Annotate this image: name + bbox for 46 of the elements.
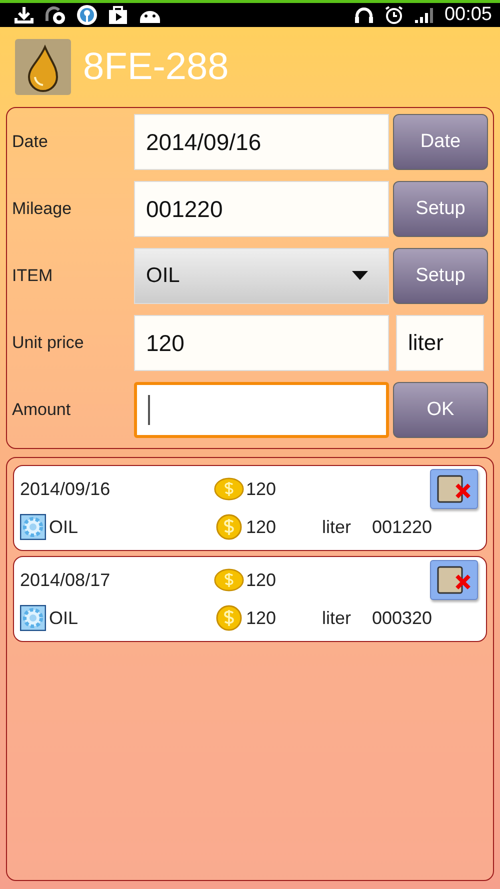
vehicle-title: 8FE-288: [83, 46, 229, 88]
delete-button[interactable]: [430, 560, 478, 600]
record-total: 120: [246, 478, 276, 500]
record-date: 2014/09/16: [20, 478, 112, 500]
coin-icon: [214, 567, 244, 593]
coin-icon: [214, 514, 244, 540]
clock-time: 00:05: [444, 4, 492, 26]
coin-icon: [214, 605, 244, 631]
dropdown-arrow-icon: [352, 271, 368, 281]
record-unit: liter: [322, 608, 352, 628]
alarm-clock-icon: [384, 5, 404, 25]
headphones-icon: [354, 6, 374, 24]
item-dropdown[interactable]: OIL: [134, 248, 389, 304]
record-card[interactable]: 2014/09/16 120 OIL 120 liter 001220: [13, 465, 487, 551]
coin-icon: [214, 476, 244, 502]
record-unit-price: 120: [246, 608, 276, 628]
download-icon: [14, 6, 34, 24]
delete-button[interactable]: [430, 469, 478, 509]
record-date: 2014/08/17: [20, 570, 112, 590]
input-field[interactable]: [134, 382, 389, 438]
record-item: OIL: [49, 608, 78, 628]
record-unit-price: 120: [246, 516, 276, 538]
action-button[interactable]: Date: [393, 114, 488, 170]
record-mileage: 001220: [372, 516, 432, 538]
action-button[interactable]: Setup: [393, 181, 488, 237]
record-total: 120: [246, 570, 276, 590]
record-mileage: 000320: [372, 608, 432, 628]
input-field[interactable]: 001220: [134, 181, 389, 237]
action-button[interactable]: Setup: [393, 248, 488, 304]
input-field[interactable]: 2014/09/16: [134, 114, 389, 170]
input-field[interactable]: 120: [134, 315, 389, 371]
oil-drop-icon: [15, 39, 71, 95]
field-label: Amount: [12, 400, 72, 420]
field-label: Mileage: [12, 199, 73, 219]
field-label: Date: [12, 132, 49, 152]
action-button[interactable]: OK: [393, 382, 488, 438]
unit-label: liter: [396, 315, 484, 371]
record-unit: liter: [322, 516, 352, 538]
radio-icon: [76, 4, 98, 26]
gear-icon: [20, 605, 46, 631]
field-label: ITEM: [12, 266, 54, 286]
signal-icon: [414, 6, 434, 24]
record-card[interactable]: 2014/08/17 120 OIL 120 liter 000320: [13, 556, 487, 642]
field-label: Unit price: [12, 333, 85, 353]
gear-icon: [20, 514, 46, 540]
record-item: OIL: [49, 516, 78, 538]
